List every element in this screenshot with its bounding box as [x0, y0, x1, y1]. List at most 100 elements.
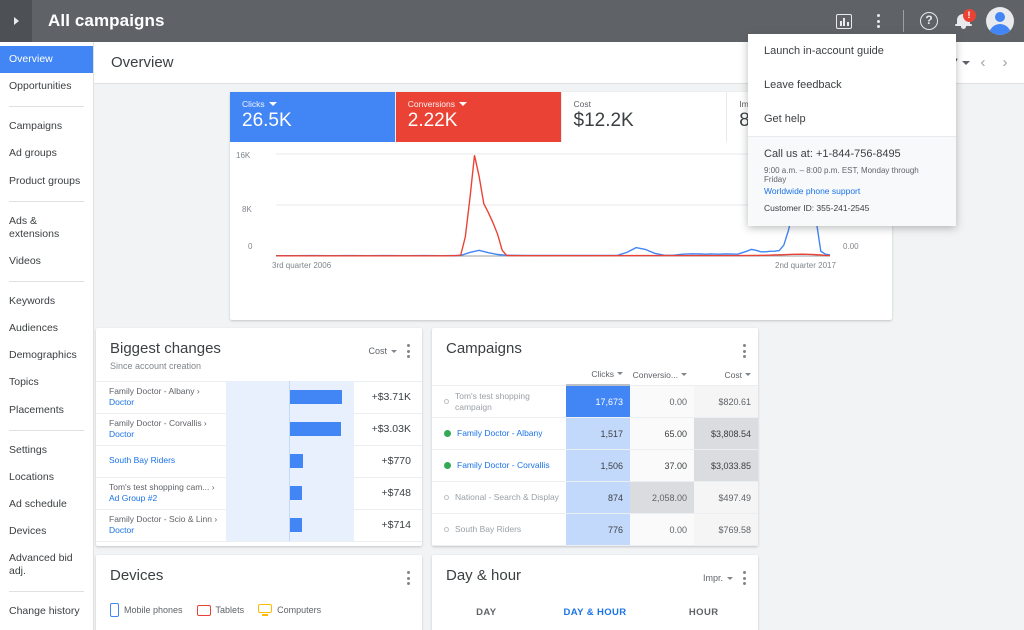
tab-day[interactable]: DAY — [432, 607, 541, 624]
chevron-down-icon[interactable] — [268, 102, 277, 106]
more-vert-icon[interactable] — [407, 344, 410, 358]
metric-label: Cost — [573, 99, 591, 109]
column-header-clicks[interactable]: Clicks — [566, 364, 630, 386]
sidebar-item-audiences[interactable]: Audiences — [0, 315, 93, 342]
table-row[interactable]: Family Doctor - Albany › Doctor +$3.71K — [96, 381, 422, 414]
table-row[interactable]: Tom's test shopping campaign 17,673 0.00 $8… — [432, 386, 758, 418]
entity-secondary[interactable]: Ad Group #2 — [109, 493, 226, 504]
tab-day-and-hour[interactable]: DAY & HOUR — [541, 607, 650, 624]
campaign-name-cell: Tom's test shopping campaign — [432, 386, 566, 417]
campaign-name[interactable]: Family Doctor - Albany — [457, 428, 543, 439]
campaigns-card: Campaigns Clicks Conversio... Cost Tom's… — [432, 328, 758, 546]
table-row[interactable]: Family Doctor - Corvallis 1,506 37.00 $3,03… — [432, 450, 758, 482]
chevron-down-icon[interactable] — [459, 102, 467, 106]
menu-item-get-help[interactable]: Get help — [748, 102, 956, 136]
more-vert-icon[interactable] — [743, 344, 746, 358]
campaign-name[interactable]: National - Search & Display — [455, 492, 559, 503]
change-entity-name: Family Doctor - Albany › Doctor — [96, 386, 226, 408]
sidebar-item-topics[interactable]: Topics — [0, 369, 93, 396]
more-vert-icon[interactable] — [743, 571, 746, 585]
sidebar-item-campaigns[interactable]: Campaigns — [0, 113, 93, 140]
metric-select-impressions[interactable]: Impr. — [703, 573, 733, 583]
change-bar — [290, 486, 302, 500]
sidebar-item-videos[interactable]: Videos — [0, 248, 93, 275]
more-vert-icon[interactable] — [407, 571, 410, 585]
day-hour-tabs: DAY DAY & HOUR HOUR — [432, 585, 758, 624]
campaign-clicks: 776 — [566, 514, 630, 545]
sidebar-item-ad-schedule[interactable]: Ad schedule — [0, 491, 93, 518]
date-range-controls: 7 ‹ › — [951, 54, 1024, 71]
entity-secondary[interactable]: Doctor — [109, 525, 226, 536]
sidebar-group-5: Settings Locations Ad schedule Devices A… — [0, 437, 93, 586]
table-row[interactable]: South Bay Riders +$770 — [96, 445, 422, 478]
sidebar-item-locations[interactable]: Locations — [0, 464, 93, 491]
chevron-down-icon[interactable] — [962, 60, 970, 65]
devices-legend: Mobile phones Tablets Computers — [96, 585, 422, 617]
sidebar-item-overview[interactable]: Overview — [0, 46, 93, 74]
entity-primary: Family Doctor - Corvallis › — [109, 417, 207, 428]
chevron-down-icon — [745, 373, 751, 376]
entity-primary: Family Doctor - Scio & Linn › — [109, 513, 218, 524]
legend-item-mobile[interactable]: Mobile phones — [110, 603, 183, 617]
legend-label: Computers — [277, 605, 322, 615]
y-axis-tick-left-0: 0 — [248, 242, 253, 251]
table-row[interactable]: Family Doctor - Corvallis › Doctor +$3.03K — [96, 413, 422, 446]
menu-item-launch-guide[interactable]: Launch in-account guide — [748, 34, 956, 68]
sidebar-item-demographics[interactable]: Demographics — [0, 342, 93, 369]
sidebar-item-advanced-bid-adj[interactable]: Advanced bid adj. — [0, 545, 93, 585]
chevron-left-icon[interactable]: ‹ — [974, 54, 992, 71]
table-row[interactable]: Family Doctor - Albany 1,517 65.00 $3,808.5… — [432, 418, 758, 450]
devices-card: Devices Mobile phones Tablets Computers — [96, 555, 422, 630]
sidebar-item-ad-groups[interactable]: Ad groups — [0, 140, 93, 167]
metric-card-conversions[interactable]: Conversions 2.22K — [395, 92, 562, 142]
legend-item-computers[interactable]: Computers — [258, 603, 322, 617]
sidebar-item-placements[interactable]: Placements — [0, 397, 93, 424]
entity-primary: Family Doctor - Albany › — [109, 385, 200, 396]
entity-secondary[interactable]: Doctor — [109, 397, 226, 408]
metric-select-cost[interactable]: Cost — [368, 346, 397, 356]
campaign-clicks: 17,673 — [566, 386, 630, 417]
table-row[interactable]: Tom's test shopping cam... › Ad Group #2 +… — [96, 477, 422, 510]
metric-card-clicks[interactable]: Clicks 26.5K — [230, 92, 396, 142]
sidebar-item-settings[interactable]: Settings — [0, 437, 93, 464]
sidebar-item-keywords[interactable]: Keywords — [0, 288, 93, 315]
change-entity-name: Family Doctor - Corvallis › Doctor — [96, 418, 226, 440]
x-axis-tick-start: 3rd quarter 2006 — [272, 261, 332, 270]
menu-item-leave-feedback[interactable]: Leave feedback — [748, 68, 956, 102]
chart-line-clicks — [276, 184, 831, 257]
sidebar-nav: Overview Opportunities Campaigns Ad grou… — [0, 42, 94, 630]
y-axis-tick-right-0: 0.00 — [843, 242, 859, 251]
table-row[interactable]: National - Search & Display 874 2,058.00 $4… — [432, 482, 758, 514]
change-value: +$714 — [381, 519, 412, 531]
worldwide-support-link[interactable]: Worldwide phone support — [764, 186, 940, 196]
campaign-name[interactable]: Family Doctor - Corvallis — [457, 460, 550, 471]
legend-item-tablets[interactable]: Tablets — [196, 604, 244, 616]
metric-card-cost[interactable]: Cost $12.2K — [562, 92, 728, 142]
mobile-phone-icon — [110, 603, 119, 617]
divider — [9, 106, 84, 108]
status-badge — [444, 399, 449, 404]
table-row[interactable]: Family Doctor - Scio & Linn › Doctor +$714 — [96, 509, 422, 542]
sidebar-item-product-groups[interactable]: Product groups — [0, 168, 93, 195]
change-bar-cell — [226, 509, 354, 541]
column-header-cost[interactable]: Cost — [694, 370, 758, 380]
campaign-name[interactable]: Tom's test shopping campaign — [455, 391, 566, 412]
entity-secondary[interactable]: Doctor — [109, 429, 226, 440]
help-contact-section: Call us at: +1-844-756-8495 9:00 a.m. – … — [748, 136, 956, 226]
sidebar-item-opportunities[interactable]: Opportunities — [0, 73, 93, 100]
campaign-clicks: 1,517 — [566, 418, 630, 449]
google-ads-overview-page: All campaigns ? ! Overview Opportunities… — [0, 0, 1024, 630]
chevron-right-icon[interactable]: › — [996, 54, 1014, 71]
column-header-conversions[interactable]: Conversio... — [630, 370, 694, 380]
sidebar-item-change-history[interactable]: Change history — [0, 598, 93, 625]
campaign-name[interactable]: South Bay Riders — [455, 524, 521, 535]
sidebar-item-ads-extensions[interactable]: Ads & extensions — [0, 208, 93, 248]
tab-hour[interactable]: HOUR — [649, 607, 758, 624]
status-badge — [444, 527, 449, 532]
sidebar-item-devices[interactable]: Devices — [0, 518, 93, 545]
avatar[interactable] — [986, 7, 1014, 35]
user-avatar-icon — [995, 12, 1005, 22]
expand-nav-button[interactable] — [0, 0, 32, 42]
table-row[interactable]: South Bay Riders 776 0.00 $769.58 — [432, 514, 758, 546]
divider — [9, 429, 84, 431]
